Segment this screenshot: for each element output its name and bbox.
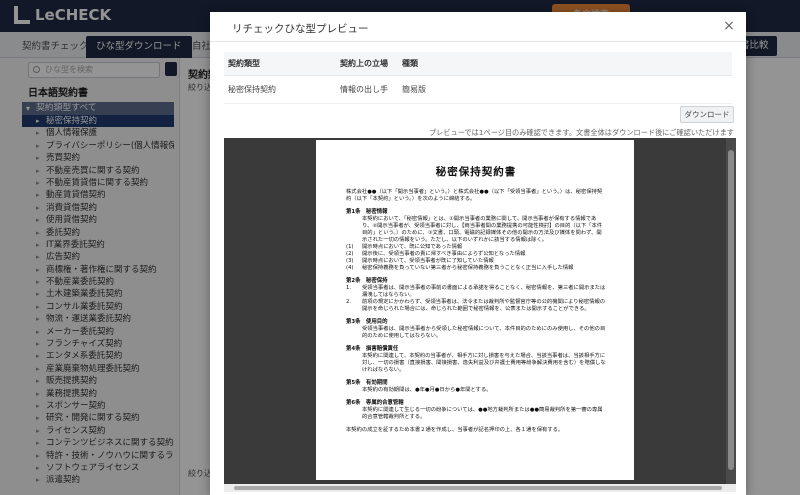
list-item-text: 開示後に、受領当事者の責に帰すべき事由によらず公知となった情報 [362, 251, 526, 257]
section-body: 本契約に関連して生じる一切の紛争については、●●地方裁判所または●●簡易裁判所を… [362, 407, 603, 420]
list-item-text: 受領当事者は、開示当事者の事前の書面による承諾を得ることなく、秘密情報を、第三者… [362, 285, 606, 298]
section-list-item: 1. 受領当事者は、開示当事者の事前の書面による承諾を得ることなく、秘密情報を、第… [346, 285, 606, 299]
section-heading: 第1条 秘密情報 [346, 209, 388, 215]
section-body: 本契約の有効期間は、●年●月●日から●年間とする。 [362, 387, 492, 393]
cell-position: 情報の出し手 [340, 85, 388, 94]
document-section: 第3条 使用目的 受領当事者は、開示当事者から受領した秘密情報について、本件目的の… [346, 319, 606, 340]
modal-title: リチェックひな型プレビュー [232, 23, 369, 35]
section-heading: 第3条 使用目的 [346, 319, 388, 325]
preview-modal: リチェックひな型プレビュー × 契約類型 契約上の立場 種類 秘密保持契約 情報… [210, 12, 746, 495]
list-item-number: (4) [346, 265, 354, 271]
document-section: 第5条 有効期間 本契約の有効期間は、●年●月●日から●年間とする。 [346, 380, 606, 394]
list-item-number: (3) [346, 258, 354, 264]
header-contract-type: 契約類型 [228, 59, 260, 68]
table-header: 契約類型 契約上の立場 種類 [224, 52, 732, 76]
list-item-number: 2. [346, 299, 352, 305]
cell-kind: 簡易版 [402, 85, 426, 94]
cell-contract-type: 秘密保持契約 [228, 85, 276, 94]
section-list-item: 2. 前項の規定にかかわらず、受領当事者は、法令または裁判所や監督官庁等の公的機関… [346, 299, 606, 313]
header-position: 契約上の立場 [340, 59, 388, 68]
list-item-number: (1) [346, 244, 354, 250]
section-body: 受領当事者は、開示当事者から受領した秘密情報について、本件目的のためにのみ使用し… [362, 326, 606, 339]
document-section: 第1条 秘密情報 本契約において、「秘密情報」とは、①開示当事者の業務に関して、開… [346, 209, 606, 272]
list-item-text: 開示時点において、受領当事者が既に了知していた情報 [362, 258, 494, 264]
document-title: 秘密保持契約書 [435, 166, 517, 178]
list-item-text: 開示時点において、既に公知であった情報 [362, 244, 463, 250]
viewer-vertical-scrollbar[interactable] [726, 138, 736, 484]
section-list-item: (2) 開示後に、受領当事者の責に帰すべき事由によらず公知となった情報 [346, 251, 606, 258]
table-row: 秘密保持契約 情報の出し手 簡易版 [224, 76, 732, 104]
download-button[interactable]: ダウンロード [680, 106, 734, 123]
section-list-item: (1) 開示時点において、既に公知であった情報 [346, 244, 606, 251]
list-item-text: 秘密保持義務を負っていない第三者から秘密保持義務を負うことなく正当に入手した情報 [362, 265, 574, 271]
document-page: 秘密保持契約書 株式会社●●（以下「開示当事者」という。）と株式会社●●（以下「… [316, 140, 634, 480]
section-heading: 第4条 損害賠償責任 [346, 346, 399, 352]
header-kind: 種類 [402, 59, 418, 68]
viewer-horizontal-scrollbar[interactable] [224, 484, 736, 492]
section-heading: 第2条 秘密保持 [346, 278, 388, 284]
horizontal-scrollbar-thumb[interactable] [234, 486, 722, 490]
section-list-item: (3) 開示時点において、受領当事者が既に了知していた情報 [346, 258, 606, 265]
document-viewer[interactable]: 秘密保持契約書 株式会社●●（以下「開示当事者」という。）と株式会社●●（以下「… [224, 138, 736, 484]
preview-note: プレビューでは1ページ目のみ確認できます。文書全体はダウンロード後にご確認いただ… [428, 128, 734, 137]
section-body: 本契約に関連して、本契約の当事者が、相手方に対し損害を与えた場合、当該当事者は、… [362, 353, 606, 373]
section-body: 本契約において、「秘密情報」とは、①開示当事者の業務に関して、開示当事者が保有す… [362, 216, 603, 243]
modal-header: リチェックひな型プレビュー × [210, 12, 746, 42]
section-heading: 第6条 専属的合意管轄 [346, 400, 404, 406]
document-section: 第2条 秘密保持 1. 受領当事者は、開示当事者の事前の書面による承諾を得ることなく… [346, 278, 606, 313]
close-icon[interactable]: × [722, 18, 736, 34]
document-intro: 株式会社●●（以下「開示当事者」という。）と株式会社●●（以下「受領当事者」とい… [346, 189, 603, 202]
document-closing: 本契約の成立を証するため本書２通を作成し、当事者が記名押印の上、各１通を保有する… [346, 427, 564, 433]
template-info-table: 契約類型 契約上の立場 種類 秘密保持契約 情報の出し手 簡易版 [224, 52, 732, 104]
section-heading: 第5条 有効期間 [346, 380, 388, 386]
list-item-number: 1. [346, 285, 352, 291]
list-item-number: (2) [346, 251, 354, 257]
section-list-item: (4) 秘密保持義務を負っていない第三者から秘密保持義務を負うことなく正当に入手し… [346, 265, 606, 272]
document-section: 第6条 専属的合意管轄 本契約に関連して生じる一切の紛争については、●●地方裁判所… [346, 400, 606, 421]
list-item-text: 前項の規定にかかわらず、受領当事者は、法令または裁判所や監督官庁等の公的機関によ… [362, 299, 606, 312]
document-section: 第4条 損害賠償責任 本契約に関連して、本契約の当事者が、相手方に対し損害を与えた… [346, 346, 606, 374]
scrollbar-thumb[interactable] [728, 150, 734, 470]
